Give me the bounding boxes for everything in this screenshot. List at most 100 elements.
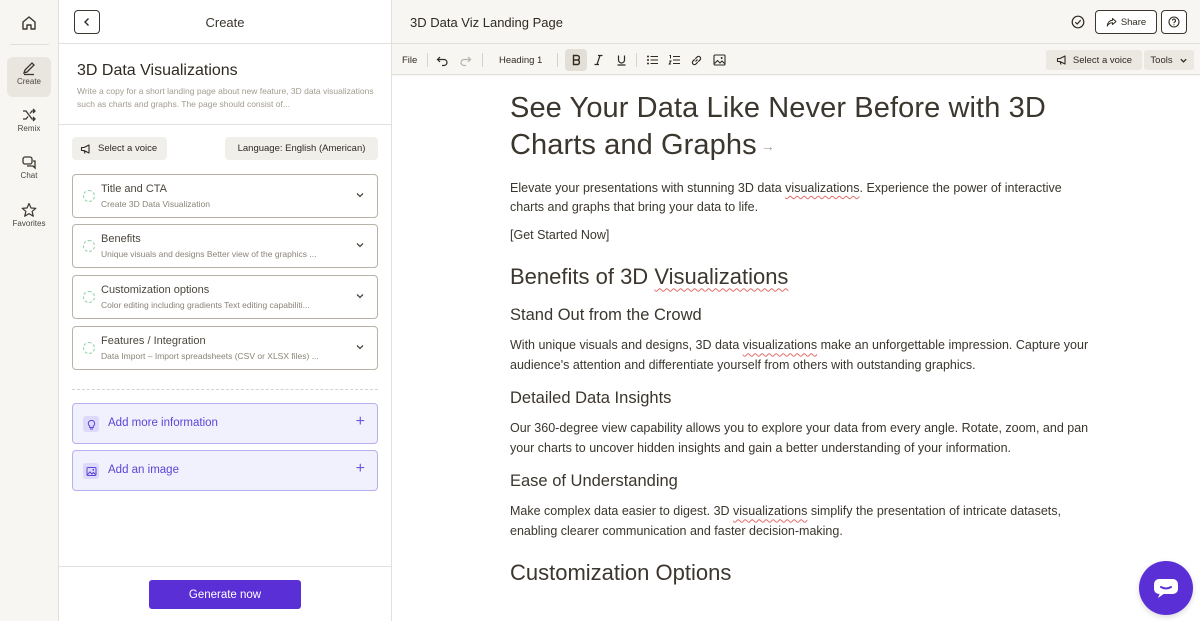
- toolbar-divider: [427, 53, 428, 67]
- megaphone-icon: [80, 143, 90, 154]
- share-button[interactable]: Share: [1095, 10, 1157, 34]
- share-arrow-icon: [1106, 17, 1117, 26]
- document-canvas[interactable]: See Your Data Like Never Before with 3D …: [392, 76, 1200, 621]
- insights-heading: Detailed Data Insights: [510, 389, 672, 408]
- intro-paragraph: Elevate your presentations with stunning…: [510, 179, 1090, 218]
- plus-icon: +: [355, 460, 365, 477]
- rail-item-label: Chat: [20, 171, 38, 180]
- rail-item-remix[interactable]: Remix: [7, 104, 51, 144]
- rail-divider: [10, 44, 49, 45]
- language-label: Language: English (American): [237, 143, 366, 154]
- section-title: Customization options: [101, 284, 210, 296]
- chevron-down-icon: [356, 294, 364, 299]
- bold-button[interactable]: [565, 49, 587, 71]
- heading-text: Benefits of 3D: [510, 264, 655, 290]
- rail-item-label: Remix: [17, 124, 41, 133]
- document-body[interactable]: See Your Data Like Never Before with 3D …: [510, 90, 1090, 586]
- link-button[interactable]: [690, 45, 703, 75]
- add-image-button[interactable]: Add an image +: [72, 450, 378, 491]
- undo-icon: [436, 56, 448, 66]
- lightbulb-icon: [83, 416, 99, 432]
- spellcheck-word[interactable]: visualizations: [743, 338, 817, 352]
- section-features-integration[interactable]: Features / Integration Data Import – Imp…: [72, 326, 378, 370]
- cta-text: [Get Started Now]: [510, 227, 610, 242]
- create-panel: Create 3D Data Visualizations Write a co…: [59, 0, 392, 621]
- redo-button[interactable]: [459, 45, 472, 75]
- add-more-information-label: Add more information: [108, 417, 218, 429]
- standout-heading: Stand Out from the Crowd: [510, 306, 702, 325]
- numbered-list-icon: [668, 55, 680, 65]
- paragraph-text: With unique visuals and designs, 3D data: [510, 338, 743, 353]
- left-rail: Create Remix Chat Favorites: [0, 0, 59, 621]
- redo-icon: [460, 56, 472, 66]
- toolbar-select-voice-button[interactable]: Select a voice: [1046, 50, 1142, 70]
- rail-item-create[interactable]: Create: [7, 57, 51, 97]
- toolbar-divider: [636, 53, 637, 67]
- section-title: Features / Integration: [101, 335, 206, 347]
- status-ring-icon: [83, 190, 95, 202]
- bullet-list-button[interactable]: [646, 45, 659, 75]
- rail-item-favorites[interactable]: Favorites: [7, 199, 51, 239]
- help-button[interactable]: [1161, 10, 1187, 34]
- ease-heading: Ease of Understanding: [510, 472, 678, 491]
- toolbar-divider: [482, 53, 483, 67]
- language-selector[interactable]: Language: English (American): [225, 137, 378, 160]
- formatting-toolbar: File Heading 1 Select a voice Tools: [392, 45, 1200, 75]
- section-title: Title and CTA: [101, 183, 168, 195]
- italic-button[interactable]: [593, 45, 604, 75]
- rail-item-label: Favorites: [12, 219, 46, 228]
- italic-icon: [594, 54, 603, 66]
- generate-now-button[interactable]: Generate now: [149, 580, 301, 609]
- home-button[interactable]: [12, 9, 46, 37]
- numbered-list-button[interactable]: [668, 45, 681, 75]
- select-voice-button[interactable]: Select a voice: [72, 137, 167, 160]
- status-ring-icon: [83, 240, 95, 252]
- rail-item-chat[interactable]: Chat: [7, 151, 51, 191]
- star-icon: [21, 202, 37, 217]
- section-customization-options[interactable]: Customization options Color editing incl…: [72, 275, 378, 319]
- paragraph-text: Elevate your presentations with stunning…: [510, 180, 786, 195]
- file-menu[interactable]: File: [402, 45, 417, 75]
- benefits-heading: Benefits of 3D Visualizations: [510, 264, 1090, 290]
- chat-icon: [22, 156, 36, 170]
- share-label: Share: [1120, 16, 1147, 28]
- pen-icon: [22, 62, 35, 76]
- rail-item-label: Create: [16, 77, 41, 86]
- underline-button[interactable]: [616, 45, 627, 75]
- document-heading-1: See Your Data Like Never Before with 3D …: [510, 90, 1090, 165]
- chevron-down-icon: [356, 193, 364, 198]
- section-subtitle: Data Import – Import spreadsheets (CSV o…: [101, 351, 319, 361]
- help-icon: [1168, 16, 1180, 28]
- tools-menu[interactable]: Tools: [1144, 50, 1194, 70]
- chat-bubble-icon: [1154, 579, 1178, 598]
- panel-divider: [59, 124, 391, 125]
- insert-image-button[interactable]: [713, 45, 726, 75]
- plus-icon: +: [355, 413, 365, 430]
- heading-text: See Your Data Like Never Before with 3D …: [510, 92, 1046, 161]
- section-benefits[interactable]: Benefits Unique visuals and designs Bett…: [72, 224, 378, 268]
- section-title-and-cta[interactable]: Title and CTA Create 3D Data Visualizati…: [72, 174, 378, 218]
- spellcheck-word[interactable]: visualizations: [733, 504, 807, 518]
- status-ring-icon: [83, 342, 95, 354]
- spellcheck-word[interactable]: Visualizations: [654, 264, 788, 289]
- image-icon: [83, 463, 99, 479]
- link-icon: [691, 55, 702, 65]
- add-more-information-button[interactable]: Add more information +: [72, 403, 378, 444]
- heading-style-select[interactable]: Heading 1: [499, 45, 542, 75]
- page-title[interactable]: 3D Data Viz Landing Page: [410, 15, 563, 30]
- section-title: Benefits: [101, 233, 141, 245]
- ease-paragraph: Make complex data easier to digest. 3D v…: [510, 502, 1090, 541]
- toolbar-divider: [557, 53, 558, 67]
- bullet-list-icon: [647, 55, 658, 65]
- image-icon: [713, 54, 726, 66]
- spellcheck-word[interactable]: visualizations: [785, 181, 859, 195]
- chevron-down-icon: [356, 345, 364, 350]
- check-circle-icon[interactable]: [1071, 15, 1085, 29]
- home-icon: [22, 16, 36, 30]
- undo-button[interactable]: [436, 45, 449, 75]
- arrow-right-icon: →: [760, 137, 775, 154]
- section-subtitle: Unique visuals and designs Better view o…: [101, 249, 317, 259]
- support-chat-button[interactable]: [1139, 561, 1193, 615]
- chevron-down-icon: [356, 243, 364, 248]
- editor-header: 3D Data Viz Landing Page Share: [392, 0, 1200, 44]
